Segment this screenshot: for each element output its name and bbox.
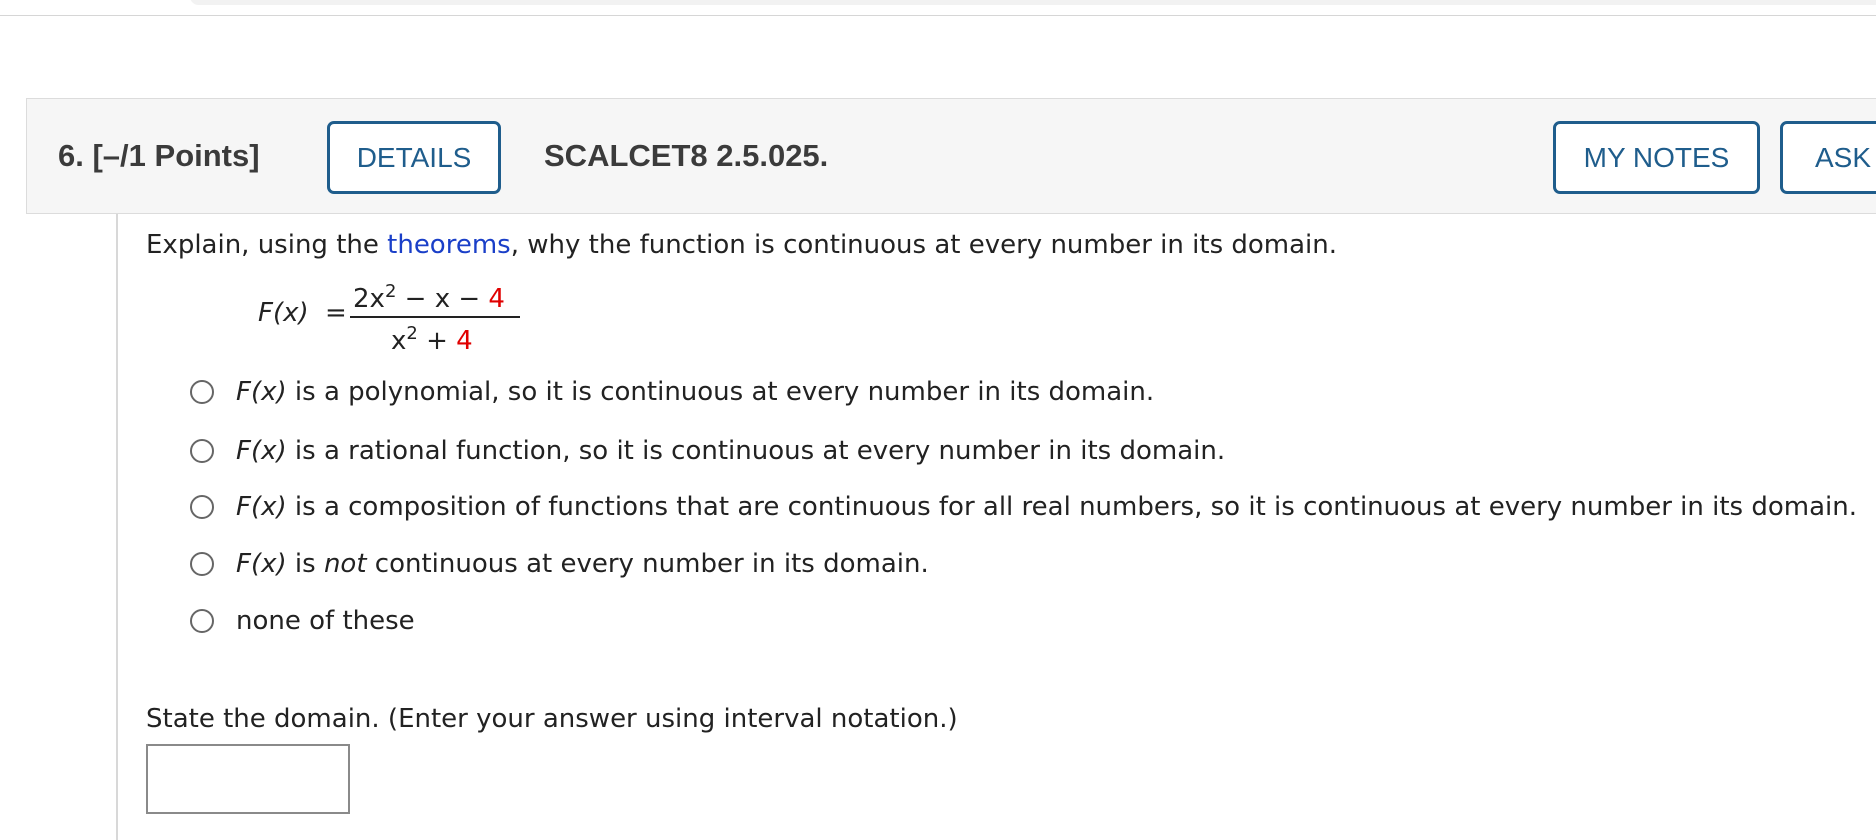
fraction-bar (350, 316, 520, 318)
details-button[interactable]: DETAILS (327, 121, 501, 194)
option-label-before: is (286, 549, 324, 579)
denominator-middle: + (417, 326, 457, 356)
domain-prompt: State the domain. (Enter your answer usi… (146, 704, 958, 734)
denominator-constant: 4 (456, 326, 473, 356)
radio-button[interactable] (190, 552, 214, 576)
option-label: is a composition of functions that are c… (286, 492, 1857, 522)
question-prompt: Explain, using the theorems, why the fun… (146, 230, 1337, 260)
question-number-label: 6. (58, 138, 84, 173)
option-label: none of these (236, 606, 415, 636)
numerator-term: 2x (353, 284, 385, 314)
prompt-text-end: , why the function is continuous at ever… (510, 230, 1338, 260)
option-fx: F(x) (236, 492, 287, 522)
option-composition[interactable]: F(x) is a composition of functions that … (190, 492, 1857, 522)
radio-button[interactable] (190, 609, 214, 633)
option-rational-function[interactable]: F(x) is a rational function, so it is co… (190, 436, 1225, 466)
question-number: 6. [–/1 Points] (58, 138, 260, 174)
formula-denominator: x2 + 4 (391, 323, 473, 357)
question-left-rule (116, 214, 118, 840)
function-lhs: F(x) (258, 298, 309, 328)
top-bar (0, 0, 1876, 16)
option-fx: F(x) (236, 549, 287, 579)
option-label: is a rational function, so it is continu… (286, 436, 1226, 466)
option-label: is a polynomial, so it is continuous at … (286, 377, 1155, 407)
option-polynomial[interactable]: F(x) is a polynomial, so it is continuou… (190, 377, 1154, 407)
equals-sign: = (325, 298, 347, 328)
option-not-continuous[interactable]: F(x) is not continuous at every number i… (190, 549, 929, 579)
numerator-constant: 4 (488, 284, 505, 314)
numerator-exponent: 2 (384, 281, 397, 302)
radio-button[interactable] (190, 380, 214, 404)
prompt-text-start: Explain, using the (146, 230, 388, 260)
option-text: F(x) is a composition of functions that … (236, 492, 1857, 522)
numerator-middle: − x − (396, 284, 489, 314)
top-bar-tab (190, 0, 1876, 5)
ask-your-teacher-button[interactable]: ASK YOUR TEACHER (1780, 121, 1876, 194)
denominator-term: x (391, 326, 407, 356)
radio-button[interactable] (190, 495, 214, 519)
points-label: [–/1 Points] (92, 138, 260, 173)
option-fx: F(x) (236, 436, 287, 466)
option-text: F(x) is not continuous at every number i… (236, 549, 929, 579)
theorems-link[interactable]: theorems (387, 230, 511, 260)
option-none-of-these[interactable]: none of these (190, 606, 415, 636)
option-label-after: continuous at every number in its domain… (366, 549, 929, 579)
option-text: F(x) is a rational function, so it is co… (236, 436, 1225, 466)
my-notes-button[interactable]: MY NOTES (1553, 121, 1760, 194)
domain-answer-input[interactable] (146, 744, 350, 814)
question-reference: SCALCET8 2.5.025. (544, 138, 829, 173)
option-text: F(x) is a polynomial, so it is continuou… (236, 377, 1154, 407)
denominator-exponent: 2 (406, 323, 418, 344)
option-emphasis: not (323, 549, 367, 579)
formula-numerator: 2x2 − x − 4 (353, 281, 505, 315)
option-fx: F(x) (236, 377, 287, 407)
radio-button[interactable] (190, 439, 214, 463)
